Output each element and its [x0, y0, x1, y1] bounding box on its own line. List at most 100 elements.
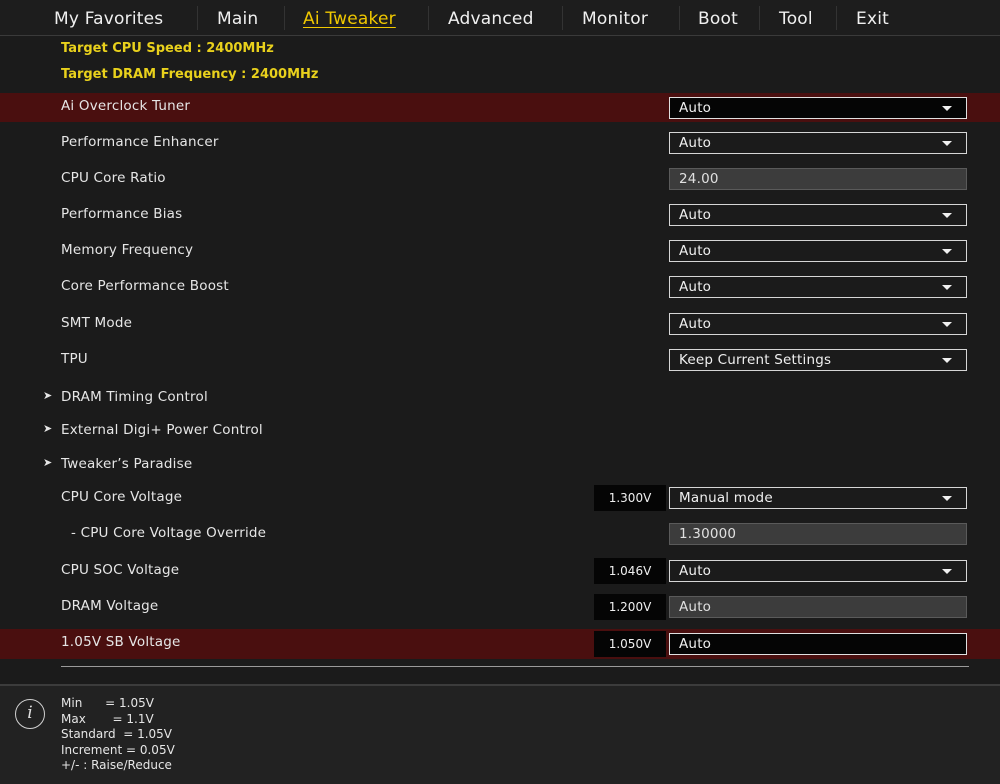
settings-panel: Target CPU Speed : 2400MHz Target DRAM F… [0, 36, 1000, 684]
tab-boot[interactable]: Boot [698, 9, 738, 29]
arrow-right-icon: ➤ [43, 389, 53, 402]
tab-separator [562, 6, 563, 30]
setting-row-dram-voltage[interactable]: DRAM Voltage 1.200V Auto [0, 591, 1000, 623]
input-value: Auto [679, 599, 712, 615]
caret-down-icon [942, 358, 952, 363]
dropdown-value: Auto [679, 100, 712, 116]
setting-label: CPU Core Voltage [61, 489, 183, 505]
help-line-keys: +/- : Raise/Reduce [61, 758, 172, 772]
voltage-readout: 1.046V [594, 558, 666, 584]
caret-down-icon [942, 322, 952, 327]
input-value: Auto [679, 636, 712, 652]
smt-mode-dropdown[interactable]: Auto [669, 313, 967, 335]
performance-bias-dropdown[interactable]: Auto [669, 204, 967, 226]
submenu-tweakers-paradise[interactable]: ➤ Tweaker’s Paradise [0, 449, 1000, 481]
caret-down-icon [942, 141, 952, 146]
core-performance-boost-dropdown[interactable]: Auto [669, 276, 967, 298]
tab-exit[interactable]: Exit [856, 9, 889, 29]
tab-advanced[interactable]: Advanced [448, 9, 534, 29]
arrow-right-icon: ➤ [43, 422, 53, 435]
dropdown-value: Auto [679, 279, 712, 295]
tab-separator [836, 6, 837, 30]
setting-row-cpu-soc-voltage[interactable]: CPU SOC Voltage 1.046V Auto [0, 555, 1000, 587]
top-menu-bar: My Favorites Main Ai Tweaker Advanced Mo… [0, 0, 1000, 36]
tab-separator [428, 6, 429, 30]
setting-label: DRAM Voltage [61, 598, 159, 614]
setting-row-cpu-core-voltage[interactable]: CPU Core Voltage 1.300V Manual mode [0, 482, 1000, 514]
setting-label: Memory Frequency [61, 242, 194, 258]
setting-row-performance-enhancer[interactable]: Performance Enhancer Auto [0, 127, 1000, 159]
setting-row-ai-overclock-tuner[interactable]: Ai Overclock Tuner Auto [0, 93, 1000, 122]
setting-label: Performance Bias [61, 206, 183, 222]
submenu-label: DRAM Timing Control [61, 389, 208, 405]
tab-separator [284, 6, 285, 30]
cpu-core-ratio-input[interactable]: 24.00 [669, 168, 967, 190]
caret-down-icon [942, 106, 952, 111]
ai-overclock-tuner-dropdown[interactable]: Auto [669, 97, 967, 119]
setting-row-cpu-core-voltage-override[interactable]: - CPU Core Voltage Override 1.30000 [0, 518, 1000, 550]
tab-main[interactable]: Main [217, 9, 258, 29]
submenu-dram-timing-control[interactable]: ➤ DRAM Timing Control [0, 382, 1000, 414]
setting-label: Core Performance Boost [61, 278, 229, 294]
setting-label: CPU SOC Voltage [61, 562, 180, 578]
help-line-increment: Increment = 0.05V [61, 743, 175, 757]
setting-row-performance-bias[interactable]: Performance Bias Auto [0, 199, 1000, 231]
setting-row-smt-mode[interactable]: SMT Mode Auto [0, 308, 1000, 340]
setting-label: TPU [61, 351, 88, 367]
cpu-core-voltage-dropdown[interactable]: Manual mode [669, 487, 967, 509]
dropdown-value: Manual mode [679, 490, 773, 506]
setting-row-sb-voltage[interactable]: 1.05V SB Voltage 1.050V Auto [0, 629, 1000, 659]
caret-down-icon [942, 285, 952, 290]
setting-label: CPU Core Ratio [61, 170, 166, 186]
submenu-external-digi-power-control[interactable]: ➤ External Digi+ Power Control [0, 415, 1000, 447]
performance-enhancer-dropdown[interactable]: Auto [669, 132, 967, 154]
divider [61, 666, 969, 667]
target-dram-frequency: Target DRAM Frequency : 2400MHz [61, 67, 319, 82]
setting-label: SMT Mode [61, 315, 133, 331]
target-cpu-speed: Target CPU Speed : 2400MHz [61, 41, 274, 56]
voltage-readout: 1.050V [594, 631, 666, 657]
info-icon: i [15, 699, 45, 729]
setting-row-memory-frequency[interactable]: Memory Frequency Auto [0, 235, 1000, 267]
setting-label: Performance Enhancer [61, 134, 219, 150]
submenu-label: Tweaker’s Paradise [61, 456, 193, 472]
tab-ai-tweaker[interactable]: Ai Tweaker [303, 9, 396, 29]
help-line-max: Max = 1.1V [61, 712, 154, 726]
dram-voltage-input[interactable]: Auto [669, 596, 967, 618]
help-line-standard: Standard = 1.05V [61, 727, 173, 741]
caret-down-icon [942, 569, 952, 574]
voltage-readout: 1.200V [594, 594, 666, 620]
dropdown-value: Auto [679, 207, 712, 223]
input-value: 1.30000 [679, 526, 737, 542]
voltage-readout: 1.300V [594, 485, 666, 511]
tab-tool[interactable]: Tool [779, 9, 813, 29]
setting-label: Ai Overclock Tuner [61, 98, 191, 114]
tab-monitor[interactable]: Monitor [582, 9, 648, 29]
arrow-right-icon: ➤ [43, 456, 53, 469]
dropdown-value: Auto [679, 135, 712, 151]
memory-frequency-dropdown[interactable]: Auto [669, 240, 967, 262]
setting-row-tpu[interactable]: TPU Keep Current Settings [0, 344, 1000, 376]
tab-separator [197, 6, 198, 30]
setting-label: - CPU Core Voltage Override [71, 525, 267, 541]
setting-row-core-performance-boost[interactable]: Core Performance Boost Auto [0, 271, 1000, 303]
tab-my-favorites[interactable]: My Favorites [54, 9, 163, 29]
cpu-soc-voltage-dropdown[interactable]: Auto [669, 560, 967, 582]
dropdown-value: Auto [679, 243, 712, 259]
dropdown-value: Auto [679, 316, 712, 332]
tab-separator [759, 6, 760, 30]
submenu-label: External Digi+ Power Control [61, 422, 263, 438]
dropdown-value: Keep Current Settings [679, 352, 832, 368]
caret-down-icon [942, 496, 952, 501]
input-value: 24.00 [679, 171, 719, 187]
tpu-dropdown[interactable]: Keep Current Settings [669, 349, 967, 371]
help-line-min: Min = 1.05V [61, 696, 154, 710]
sb-voltage-input[interactable]: Auto [669, 633, 967, 655]
setting-row-cpu-core-ratio[interactable]: CPU Core Ratio 24.00 [0, 163, 1000, 195]
cpu-core-voltage-override-input[interactable]: 1.30000 [669, 523, 967, 545]
help-panel: i Min = 1.05V Max = 1.1V Standard = 1.05… [0, 684, 1000, 784]
tab-separator [679, 6, 680, 30]
caret-down-icon [942, 213, 952, 218]
setting-label: 1.05V SB Voltage [61, 634, 181, 650]
caret-down-icon [942, 249, 952, 254]
